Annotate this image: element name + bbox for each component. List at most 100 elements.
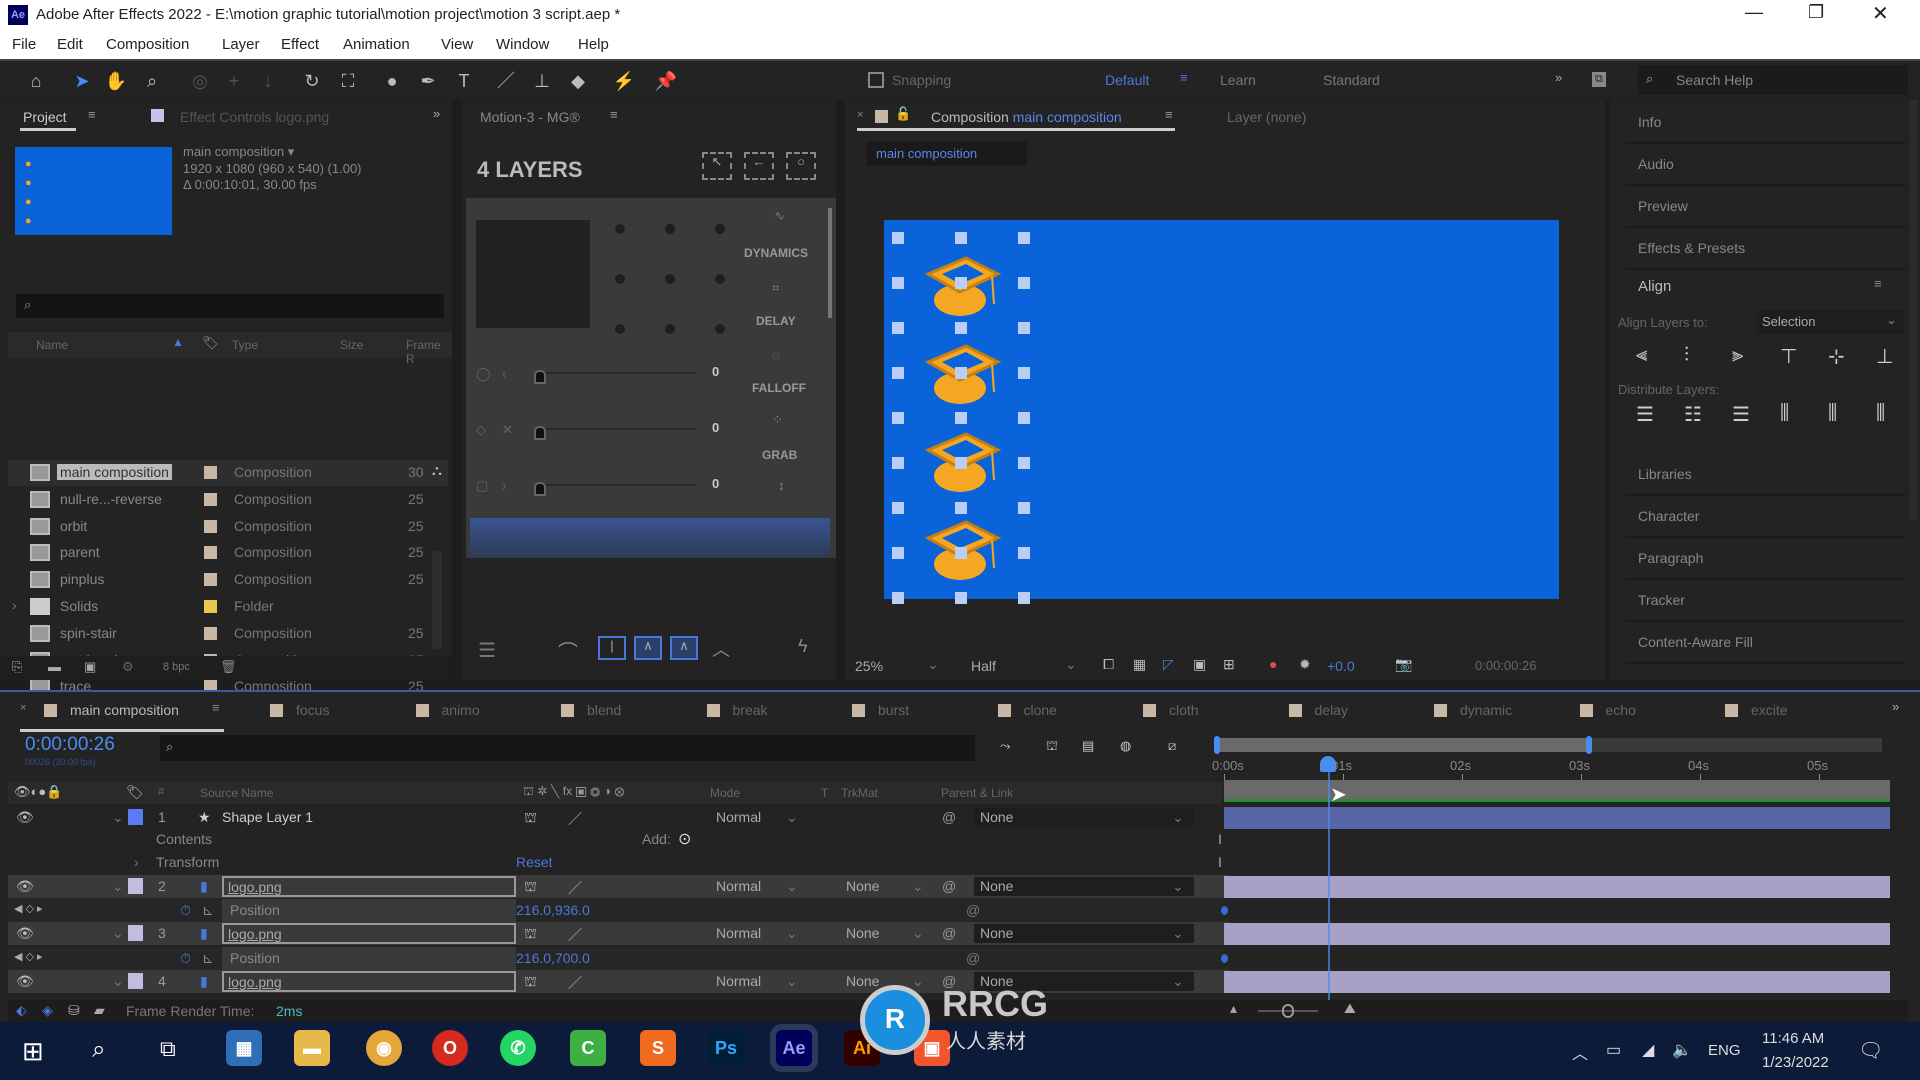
battery-icon[interactable]: ▭ [1606, 1040, 1621, 1060]
visibility-eye-icon[interactable]: 👁 [16, 973, 34, 990]
expand-chevron-icon[interactable]: › [134, 854, 139, 870]
collapse-icon[interactable]: ︿ [712, 636, 730, 662]
align-v-center-icon[interactable]: ⊹ [1828, 344, 1845, 369]
workspace-learn[interactable]: Learn [1220, 72, 1256, 88]
type-tool-icon[interactable]: T [452, 69, 476, 93]
label-tag-icon[interactable]: 🏷 [126, 784, 144, 801]
rotate-tool-icon[interactable]: ↻ [300, 69, 324, 93]
menu-help[interactable]: Help [578, 36, 609, 53]
snapping-checkbox[interactable] [868, 72, 884, 88]
slider-thumb[interactable] [534, 370, 546, 384]
anchor-point-dot[interactable] [665, 224, 675, 234]
zoom-tool-icon[interactable]: ⌕ [140, 69, 164, 93]
sort-ascending-icon[interactable]: ▲ [172, 335, 184, 349]
layer-handle[interactable] [955, 502, 967, 514]
layer-handle[interactable] [955, 367, 967, 379]
graph-icon[interactable]: ⊾ [202, 902, 214, 919]
menu-window[interactable]: Window [496, 36, 549, 53]
motion-scrollbar[interactable] [828, 208, 832, 318]
timeline-tab-clone[interactable]: clone [1024, 702, 1057, 718]
search-help-input[interactable]: ⌕ Search Help [1638, 65, 1908, 95]
timeline-tab-delay[interactable]: delay [1315, 702, 1348, 718]
right-panel-scrollbar[interactable] [1910, 100, 1918, 520]
work-area-end-handle[interactable] [1586, 736, 1592, 754]
direction-icon[interactable]: › [502, 478, 506, 493]
label-swatch[interactable] [204, 519, 217, 533]
panel-menu-icon[interactable]: ≡ [88, 107, 96, 122]
shape-icon[interactable]: ◇ [476, 422, 486, 438]
trkmat-dropdown[interactable]: None [846, 925, 879, 941]
file-explorer-app-icon[interactable]: ▬ [294, 1030, 330, 1066]
timeline-tab-blend[interactable]: blend [587, 702, 621, 718]
layer-name[interactable]: Shape Layer 1 [222, 809, 313, 825]
graph-icon[interactable]: ⊾ [202, 950, 214, 967]
anchor-point-dot[interactable] [715, 274, 725, 284]
windows-start-icon[interactable]: ⊞ [22, 1036, 44, 1067]
task-view-icon[interactable]: ⧉ [160, 1036, 176, 1062]
zoom-out-icon[interactable]: ▴ [1230, 1000, 1237, 1017]
viewer-timecode[interactable]: 0:00:00:26 [1475, 658, 1536, 673]
anchor-point-dot[interactable] [665, 274, 675, 284]
align-left-icon[interactable]: ⫷ [1636, 344, 1647, 367]
layer-handle[interactable] [955, 277, 967, 289]
language-indicator[interactable]: ENG [1708, 1042, 1741, 1059]
pick-whip-icon[interactable]: @ [942, 878, 956, 894]
anchor-tool-icon[interactable]: ⛶ [336, 69, 360, 93]
stretch-toggle-icon[interactable]: ▰ [94, 1002, 105, 1019]
grab-icon[interactable]: ⁘ [772, 412, 783, 428]
layer-duration-bar[interactable] [1224, 923, 1890, 945]
add-button-icon[interactable]: ⊙ [678, 829, 691, 849]
menu-layer[interactable]: Layer [222, 36, 260, 53]
layer-handle[interactable] [892, 277, 904, 289]
stamp-tool-icon[interactable]: ⊥ [530, 69, 554, 93]
layer-duration-bar[interactable] [1224, 807, 1890, 829]
anchor-point-dot[interactable] [665, 324, 675, 334]
anchor-point-icon[interactable]: ○ [786, 152, 816, 180]
align-right-icon[interactable]: ⫸ [1732, 344, 1743, 367]
layer-name-field[interactable]: logo.png [222, 876, 516, 897]
mode-dropdown[interactable]: Normal [716, 809, 761, 825]
project-item[interactable]: orbit Composition 25 [8, 514, 448, 540]
menu-composition[interactable]: Composition [106, 36, 189, 53]
panel-content-aware-fill[interactable]: Content-Aware Fill [1626, 624, 1906, 664]
distribute-icon[interactable]: ⫼ [1828, 402, 1837, 425]
layer-handle[interactable] [955, 322, 967, 334]
comp-mini-flowchart-icon[interactable]: ⤳ [1000, 738, 1010, 754]
resolution-dropdown[interactable]: Half [971, 658, 996, 674]
keyframe-marker[interactable] [1221, 906, 1228, 915]
timeline-tab-cloth[interactable]: cloth [1169, 702, 1199, 718]
camtasia-app-icon[interactable]: C [570, 1030, 606, 1066]
after-effects-app-icon[interactable]: Ae [776, 1030, 812, 1066]
timeline-tab-excite[interactable]: excite [1751, 702, 1788, 718]
pan-tool-icon[interactable]: + [222, 69, 246, 93]
ease-out-button[interactable]: ∧ [670, 636, 698, 660]
trkmat-dropdown[interactable]: None [846, 878, 879, 894]
panel-overflow-icon[interactable]: » [433, 106, 440, 121]
workspace-standard[interactable]: Standard [1323, 72, 1380, 88]
reset-link[interactable]: Reset [516, 854, 553, 870]
layer-row[interactable]: 👁 ⌄ 1 ★ Shape Layer 1 ⛫ ／ Normal ⌄ @ None ⌄ [8, 806, 1230, 829]
position-value[interactable]: 216.0,700.0 [516, 950, 590, 966]
slider-thumb[interactable] [534, 426, 546, 440]
work-area-range[interactable] [1216, 738, 1589, 752]
distribute-icon[interactable]: ☷ [1684, 402, 1702, 427]
layer-handle[interactable] [1018, 277, 1030, 289]
expand-chevron-icon[interactable]: ⌄ [112, 973, 124, 990]
menu-view[interactable]: View [441, 36, 473, 53]
orbit-tool-icon[interactable]: ◎ [188, 69, 212, 93]
playhead-handle[interactable] [1319, 756, 1336, 772]
tab-layer[interactable]: Layer (none) [1227, 109, 1306, 125]
column-trkmat[interactable]: TrkMat [841, 786, 878, 800]
search-icon[interactable]: ⌕ [92, 1036, 105, 1064]
quality-switch-icon[interactable]: ／ [568, 925, 582, 945]
guides-icon[interactable]: ▣ [1193, 656, 1206, 673]
close-tab-icon[interactable]: × [857, 109, 863, 121]
align-top-icon[interactable]: ⊤ [1780, 344, 1797, 369]
column-name[interactable]: Name [36, 338, 68, 352]
anchor-point-dot[interactable] [715, 324, 725, 334]
comp-canvas[interactable] [884, 220, 1559, 604]
panel-paragraph[interactable]: Paragraph [1626, 540, 1906, 580]
layer-handle[interactable] [955, 592, 967, 604]
selection-tool-icon[interactable]: ➤ [70, 69, 94, 93]
roto-brush-icon[interactable]: ⚡ [612, 69, 636, 93]
